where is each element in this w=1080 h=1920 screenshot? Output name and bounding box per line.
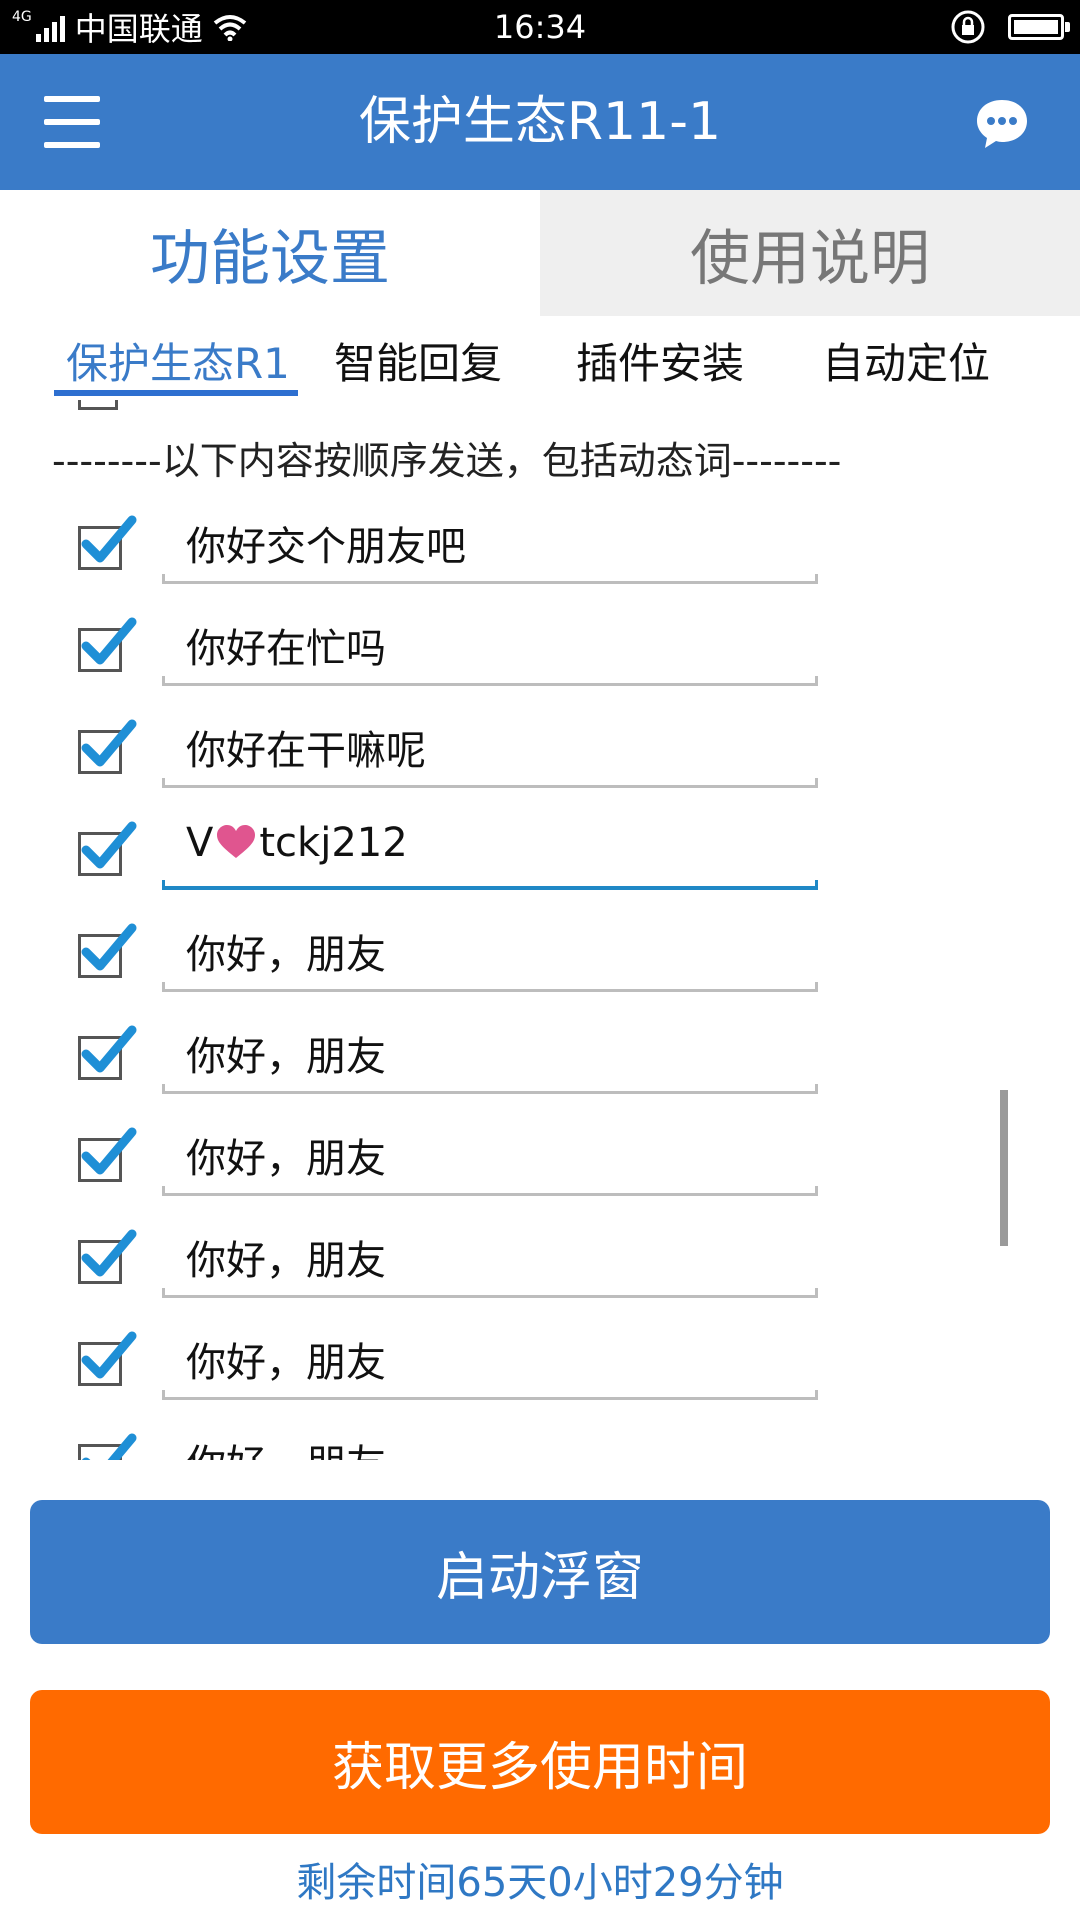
message-input[interactable]: 你好在忙吗: [162, 602, 818, 686]
checkbox[interactable]: [78, 821, 137, 876]
battery-icon: [1008, 14, 1070, 40]
status-bar: 4G 中国联通 16:34: [0, 0, 1080, 54]
start-float-window-button[interactable]: 启动浮窗: [30, 1500, 1050, 1644]
app-title: 保护生态R11-1: [358, 92, 722, 152]
message-input[interactable]: 你好在干嘛呢: [162, 704, 818, 788]
list-item: Vtckj212: [76, 806, 836, 906]
checkmark-icon: [81, 1229, 137, 1277]
list-item: 你好，朋友: [76, 1010, 836, 1110]
input-underline: [162, 880, 818, 890]
list-item: 你好，朋友: [76, 1418, 836, 1460]
message-text: 你好，朋友: [186, 1034, 386, 1080]
rotation-lock-icon: [951, 10, 985, 44]
battery-level: [1014, 20, 1058, 34]
main-tabs: 功能设置 使用说明: [0, 190, 1080, 316]
message-input[interactable]: 你好交个朋友吧: [162, 500, 818, 584]
message-text-prefix: V: [186, 820, 214, 866]
list-item: 你好，朋友: [76, 908, 836, 1008]
checkbox[interactable]: [78, 1229, 137, 1284]
message-text: 你好在忙吗: [186, 626, 386, 672]
list-item: 你好在干嘛呢: [76, 704, 836, 804]
subtab-plugin-install[interactable]: 插件安装: [576, 330, 744, 391]
message-input[interactable]: 你好，朋友: [162, 1112, 818, 1196]
checkmark-icon: [81, 1331, 137, 1379]
message-text: 你好，朋友: [186, 1340, 386, 1386]
list-item: 你好，朋友: [76, 1112, 836, 1212]
subtab-smart-reply[interactable]: 智能回复: [334, 330, 502, 391]
remaining-time: 剩余时间65天0小时29分钟: [296, 1860, 784, 1906]
message-text: 你好，朋友: [186, 1136, 386, 1182]
checkmark-icon: [81, 1433, 137, 1460]
subtab-auto-locate[interactable]: 自动定位: [822, 330, 990, 391]
input-underline: [162, 778, 818, 788]
status-time: 16:34: [493, 8, 587, 46]
message-input-focused[interactable]: Vtckj212: [162, 806, 818, 890]
get-more-time-button[interactable]: 获取更多使用时间: [30, 1690, 1050, 1834]
checkbox[interactable]: [78, 1127, 137, 1182]
list-item: 你好，朋友: [76, 1316, 836, 1416]
checkmark-icon: [81, 821, 137, 869]
app-bar: 保护生态R11-1: [0, 54, 1080, 190]
checkbox[interactable]: [78, 617, 137, 672]
chat-bubble-icon[interactable]: [972, 94, 1032, 154]
sub-tabs: 保护生态R1 智能回复 插件安装 自动定位: [0, 316, 1080, 400]
tab-instructions[interactable]: 使用说明: [540, 190, 1080, 316]
subtab-protect-ecology[interactable]: 保护生态R1: [66, 330, 290, 391]
active-subtab-indicator: [54, 390, 298, 396]
checkmark-icon: [81, 617, 137, 665]
checkbox[interactable]: [78, 1331, 137, 1386]
message-text: 你好，朋友: [186, 1238, 386, 1284]
input-underline: [162, 1288, 818, 1298]
status-right: [950, 0, 1070, 54]
message-list[interactable]: --------以下内容按顺序发送，包括动态词-------- 你好交个朋友吧你…: [0, 400, 1080, 1460]
list-item: 你好，朋友: [76, 1214, 836, 1314]
message-input[interactable]: 你好，朋友: [162, 1316, 818, 1400]
checkbox[interactable]: [78, 1433, 137, 1460]
checkmark-icon: [81, 1025, 137, 1073]
message-input[interactable]: 你好，朋友: [162, 908, 818, 992]
list-item: 你好在忙吗: [76, 602, 836, 702]
input-underline: [162, 574, 818, 584]
message-text-suffix: tckj212: [259, 820, 408, 866]
checkmark-icon: [81, 719, 137, 767]
list-item: 你好交个朋友吧: [76, 500, 836, 600]
checkbox[interactable]: [78, 923, 137, 978]
partial-row-cut-off: [72, 400, 1072, 430]
input-underline: [162, 982, 818, 992]
message-input[interactable]: 你好，朋友: [162, 1418, 818, 1460]
checkbox[interactable]: [78, 1025, 137, 1080]
checkmark-icon: [81, 515, 137, 563]
checkbox[interactable]: [78, 719, 137, 774]
message-input[interactable]: 你好，朋友: [162, 1010, 818, 1094]
tab-function-settings[interactable]: 功能设置: [0, 190, 540, 316]
checkbox-partial[interactable]: [78, 400, 118, 410]
checkmark-icon: [81, 923, 137, 971]
scrollbar[interactable]: [1000, 1090, 1008, 1246]
message-text: 你好在干嘛呢: [186, 728, 426, 774]
input-underline: [162, 1390, 818, 1400]
checkmark-icon: [81, 1127, 137, 1175]
input-underline: [162, 1084, 818, 1094]
message-input[interactable]: 你好，朋友: [162, 1214, 818, 1298]
message-text: 你好，朋友: [186, 932, 386, 978]
section-title: --------以下内容按顺序发送，包括动态词--------: [52, 439, 842, 483]
message-text: 你好，朋友: [186, 1432, 386, 1460]
input-underline: [162, 1186, 818, 1196]
message-text: 你好交个朋友吧: [186, 524, 466, 570]
input-underline: [162, 676, 818, 686]
message-text: Vtckj212: [186, 820, 408, 866]
checkbox[interactable]: [78, 515, 137, 570]
heart-icon: [217, 825, 256, 858]
